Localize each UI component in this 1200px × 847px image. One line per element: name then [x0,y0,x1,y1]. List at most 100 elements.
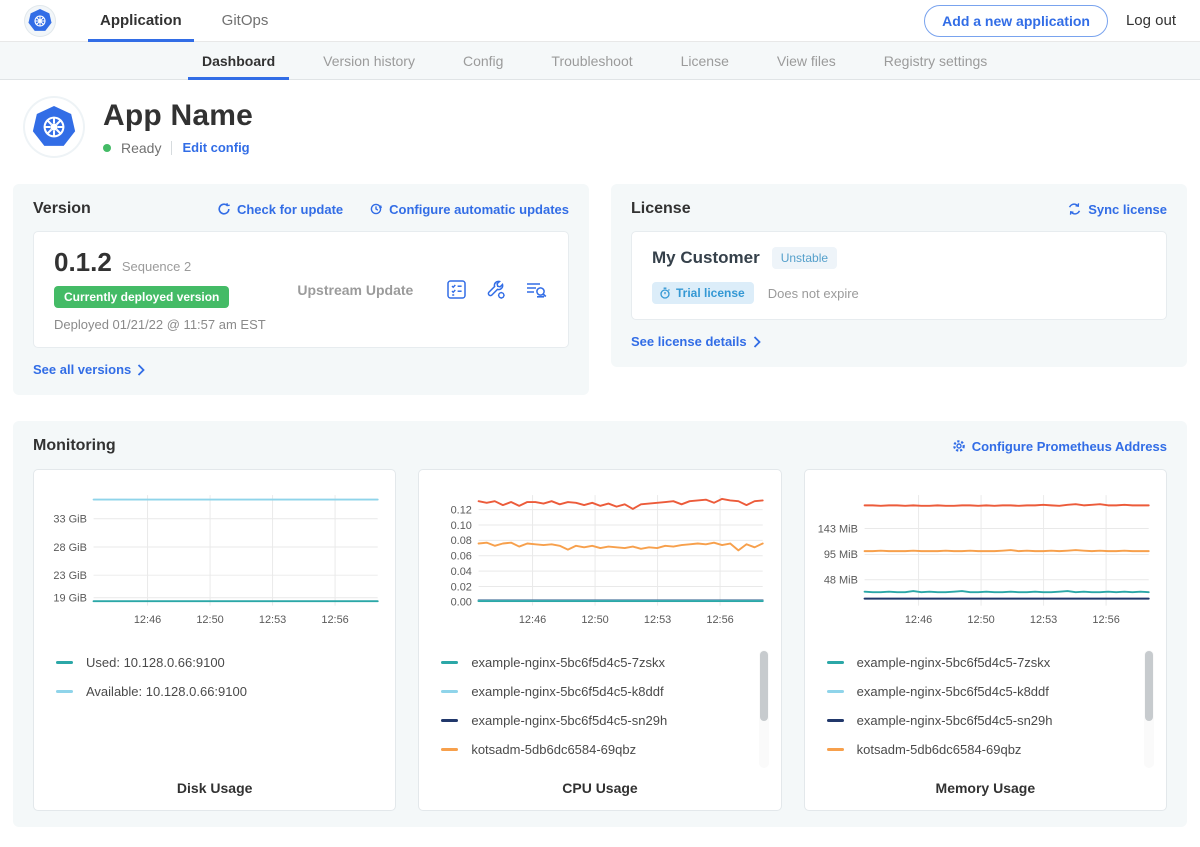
legend-item: kotsadm-5db6dc6584-69qbz [441,735,756,764]
legend-item: example-nginx-5bc6f5d4c5-k8ddf [441,677,756,706]
legend-swatch [441,661,458,664]
svg-text:0.10: 0.10 [451,520,472,532]
subnav-view-files[interactable]: View files [763,42,850,79]
monitoring-section: Monitoring Configure Prometheus Address … [13,421,1187,827]
svg-text:143 MiB: 143 MiB [817,523,857,535]
deployed-badge: Currently deployed version [54,286,229,308]
legend-item: example-nginx-5bc6f5d4c5-k8ddf [827,677,1142,706]
svg-text:28 GiB: 28 GiB [53,542,87,554]
legend-label: example-nginx-5bc6f5d4c5-7zskx [857,655,1051,670]
svg-text:12:53: 12:53 [644,614,671,626]
legend-label: Used: 10.128.0.66:9100 [86,655,225,670]
legend-swatch [56,690,73,693]
subnav-registry-settings[interactable]: Registry settings [870,42,1001,79]
version-source: Upstream Update [266,282,445,298]
preflight-checks-icon[interactable] [445,278,468,301]
svg-text:12:56: 12:56 [321,614,348,626]
subnav-config-label: Config [463,53,503,69]
subnav-dashboard[interactable]: Dashboard [188,42,289,79]
configure-automatic-updates-label: Configure automatic updates [389,202,569,217]
subnav-version-history[interactable]: Version history [309,42,429,79]
legend-swatch [827,748,844,751]
subnav-license-label: License [681,53,729,69]
page-title: App Name [103,99,253,133]
sync-license-label: Sync license [1088,202,1167,217]
check-for-update-link[interactable]: Check for update [217,202,343,217]
svg-text:12:53: 12:53 [259,614,286,626]
tab-gitops[interactable]: GitOps [210,0,281,41]
legend-swatch [441,690,458,693]
cpu-usage-chart-card: 12:4612:5012:5312:560.120.100.080.060.04… [418,469,781,811]
license-detail-row: My Customer Unstable Trial license Does … [631,231,1167,320]
logout-link[interactable]: Log out [1126,12,1176,29]
status-text: Ready [121,140,161,156]
current-version-row: 0.1.2 Sequence 2 Currently deployed vers… [33,231,569,348]
version-card: Version Check for update Configure autom… [13,184,589,395]
version-sequence: Sequence 2 [122,259,191,274]
version-number: 0.1.2 [54,247,112,278]
legend-label: Available: 10.128.0.66:9100 [86,684,247,699]
subnav-config[interactable]: Config [449,42,517,79]
refresh-icon [217,202,231,216]
svg-text:0.00: 0.00 [451,597,472,609]
license-card: License Sync license My Customer Unstabl… [611,184,1187,367]
license-card-title: License [631,200,691,218]
memory-usage-plot: 12:4612:5012:5312:56143 MiB95 MiB48 MiB [815,482,1156,634]
check-for-update-label: Check for update [237,202,343,217]
configure-automatic-updates-link[interactable]: Configure automatic updates [369,202,569,217]
svg-text:12:46: 12:46 [905,614,932,626]
configure-prometheus-link[interactable]: Configure Prometheus Address [952,439,1167,454]
config-wrench-icon[interactable] [484,278,508,301]
see-license-details-link[interactable]: See license details [631,334,761,349]
see-all-versions-link[interactable]: See all versions [33,362,145,377]
legend-item: example-nginx-5bc6f5d4c5-sn29h [827,706,1142,735]
license-expiry: Does not expire [768,286,859,301]
legend-label: example-nginx-5bc6f5d4c5-k8ddf [471,684,663,699]
kubernetes-logo-icon[interactable] [24,5,56,37]
legend-swatch [56,661,73,664]
svg-text:23 GiB: 23 GiB [53,570,87,582]
subnav-view-files-label: View files [777,53,836,69]
app-icon [25,98,83,156]
deployed-timestamp: Deployed 01/21/22 @ 11:57 am EST [54,317,266,332]
disk-usage-plot: 12:4612:5012:5312:5633 GiB28 GiB23 GiB19… [44,482,385,634]
tab-application[interactable]: Application [88,0,194,41]
svg-text:19 GiB: 19 GiB [53,593,87,605]
edit-config-link[interactable]: Edit config [182,140,249,155]
subnav-registry-settings-label: Registry settings [884,53,987,69]
svg-text:33 GiB: 33 GiB [53,514,87,526]
disk-usage-chart-card: 12:4612:5012:5312:5633 GiB28 GiB23 GiB19… [33,469,396,811]
diff-view-icon[interactable] [524,278,548,301]
legend-swatch [827,719,844,722]
memory-usage-chart-card: 12:4612:5012:5312:56143 MiB95 MiB48 MiB … [804,469,1167,811]
sync-icon [1067,202,1082,216]
add-application-button[interactable]: Add a new application [924,5,1108,37]
subnav-license[interactable]: License [667,42,743,79]
status-dot [103,144,111,152]
svg-text:12:46: 12:46 [519,614,546,626]
legend-scrollbar[interactable] [759,650,769,768]
legend-scrollbar[interactable] [1144,650,1154,768]
legend-swatch [827,690,844,693]
subnav-dashboard-label: Dashboard [202,53,275,69]
version-card-title: Version [33,200,91,218]
schedule-icon [369,202,383,216]
svg-text:0.08: 0.08 [451,535,472,547]
divider [171,141,172,155]
legend-label: kotsadm-5db6dc6584-69qbz [471,742,636,757]
subnav-version-history-label: Version history [323,53,415,69]
legend-label: example-nginx-5bc6f5d4c5-sn29h [857,713,1053,728]
sync-license-link[interactable]: Sync license [1067,202,1167,217]
cpu-usage-plot: 12:4612:5012:5312:560.120.100.080.060.04… [429,482,770,634]
monitoring-title: Monitoring [33,437,116,455]
see-all-versions-label: See all versions [33,362,131,377]
svg-text:12:50: 12:50 [967,614,994,626]
cpu-usage-legend: example-nginx-5bc6f5d4c5-7zskxexample-ng… [429,648,770,770]
legend-scrollbar-thumb[interactable] [1145,651,1153,721]
trial-license-label: Trial license [676,286,745,300]
svg-text:12:56: 12:56 [707,614,734,626]
legend-scrollbar-thumb[interactable] [760,651,768,721]
gear-icon [952,439,966,453]
svg-text:12:50: 12:50 [582,614,609,626]
subnav-troubleshoot[interactable]: Troubleshoot [537,42,646,79]
